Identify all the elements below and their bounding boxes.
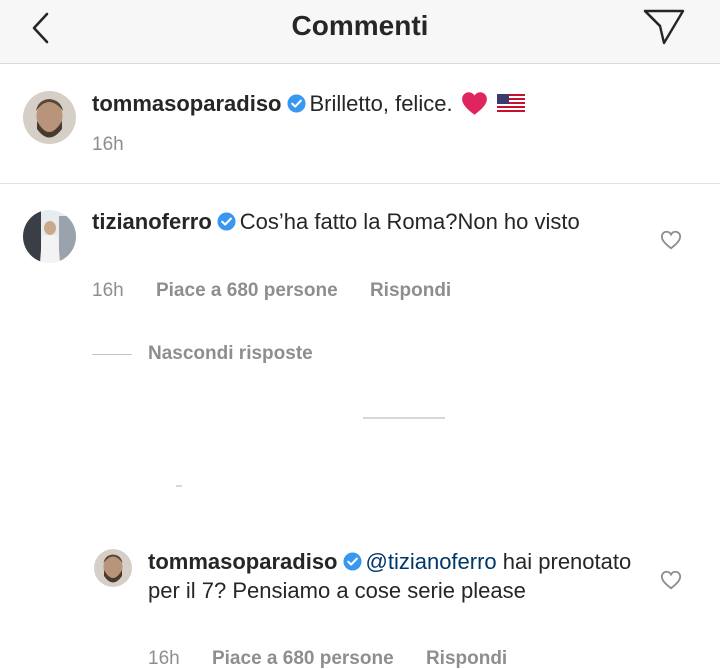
heart-outline-icon[interactable]	[660, 569, 682, 591]
page-title: Commenti	[291, 10, 429, 41]
avatar[interactable]	[23, 210, 76, 263]
heart-outline-icon[interactable]	[660, 229, 682, 251]
reply-text: tommasoparadiso @tizianoferro hai prenota…	[148, 547, 648, 605]
post-time: 16h	[92, 134, 124, 155]
verified-badge-icon	[286, 94, 306, 113]
post-meta: 16h	[92, 134, 151, 156]
paper-plane-icon[interactable]	[642, 6, 686, 46]
reply-meta: 16h Piace a 680 persone Rispondi	[148, 648, 534, 669]
verified-badge-icon	[217, 212, 236, 231]
hide-replies-toggle[interactable]: Nascondi risposte	[92, 342, 313, 366]
post-caption-body: Brilletto, felice.	[309, 91, 453, 116]
avatar[interactable]	[23, 91, 76, 144]
reply-button[interactable]: Rispondi	[426, 648, 507, 669]
reply-time: 16h	[148, 648, 180, 669]
comment-username[interactable]: tizianoferro	[92, 209, 212, 234]
loading-artifact	[363, 417, 445, 419]
header-bar: Commenti	[0, 0, 720, 64]
comment-meta: 16h Piace a 680 persone Rispondi	[92, 280, 478, 302]
likes-link[interactable]: Piace a 680 persone	[212, 648, 394, 669]
us-flag-icon	[496, 94, 525, 112]
comment-time: 16h	[92, 280, 124, 301]
post-caption: tommasoparadiso Brilletto, felice. 16h	[0, 65, 720, 184]
post-username[interactable]: tommasoparadiso	[92, 91, 282, 116]
hide-replies-label: Nascondi risposte	[148, 343, 313, 364]
post-caption-text: tommasoparadiso Brilletto, felice.	[92, 89, 692, 118]
verified-badge-icon	[342, 552, 362, 571]
divider	[92, 353, 132, 355]
loading-artifact	[176, 485, 182, 487]
red-heart-icon	[461, 92, 487, 115]
reply-username[interactable]: tommasoparadiso	[148, 549, 338, 574]
mention-link[interactable]: @tizianoferro	[366, 549, 497, 574]
reply-button[interactable]: Rispondi	[370, 280, 451, 301]
avatar[interactable]	[94, 549, 132, 587]
comment-body: Cos’ha fatto la Roma?Non ho visto	[239, 209, 580, 234]
comment-text: tizianoferro Cos’ha fatto la Roma?Non ho …	[92, 207, 632, 236]
likes-link[interactable]: Piace a 680 persone	[156, 280, 338, 301]
